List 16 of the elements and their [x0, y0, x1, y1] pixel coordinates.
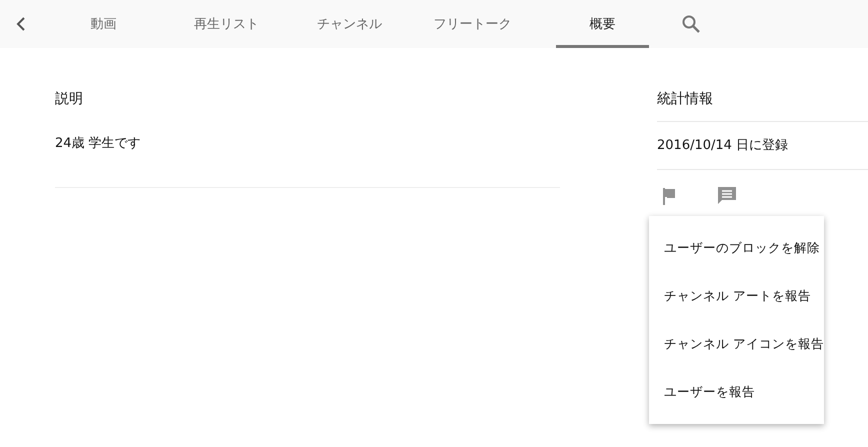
tab[interactable]: チャンネル	[288, 0, 411, 48]
tab[interactable]: 再生リスト	[165, 0, 288, 48]
section-heading: 説明	[55, 90, 84, 108]
tab[interactable]: 動画	[42, 0, 165, 48]
menu-item[interactable]: ユーザーのブロックを解除	[649, 224, 824, 272]
description-text: 24歳 学生です	[55, 135, 142, 152]
joined-date: 2016/10/14 日に登録	[657, 122, 868, 170]
chevron-left-icon	[16, 17, 26, 31]
message-icon[interactable]	[717, 186, 737, 206]
tab[interactable]: フリートーク	[411, 0, 534, 48]
section-heading: 統計情報	[657, 90, 868, 122]
menu-item[interactable]: チャンネル アイコンを報告	[649, 320, 824, 368]
tab[interactable]: 概要	[556, 0, 649, 48]
menu-item[interactable]: チャンネル アートを報告	[649, 272, 824, 320]
menu-item[interactable]: ユーザーを報告	[649, 368, 824, 416]
search-icon	[682, 15, 700, 33]
